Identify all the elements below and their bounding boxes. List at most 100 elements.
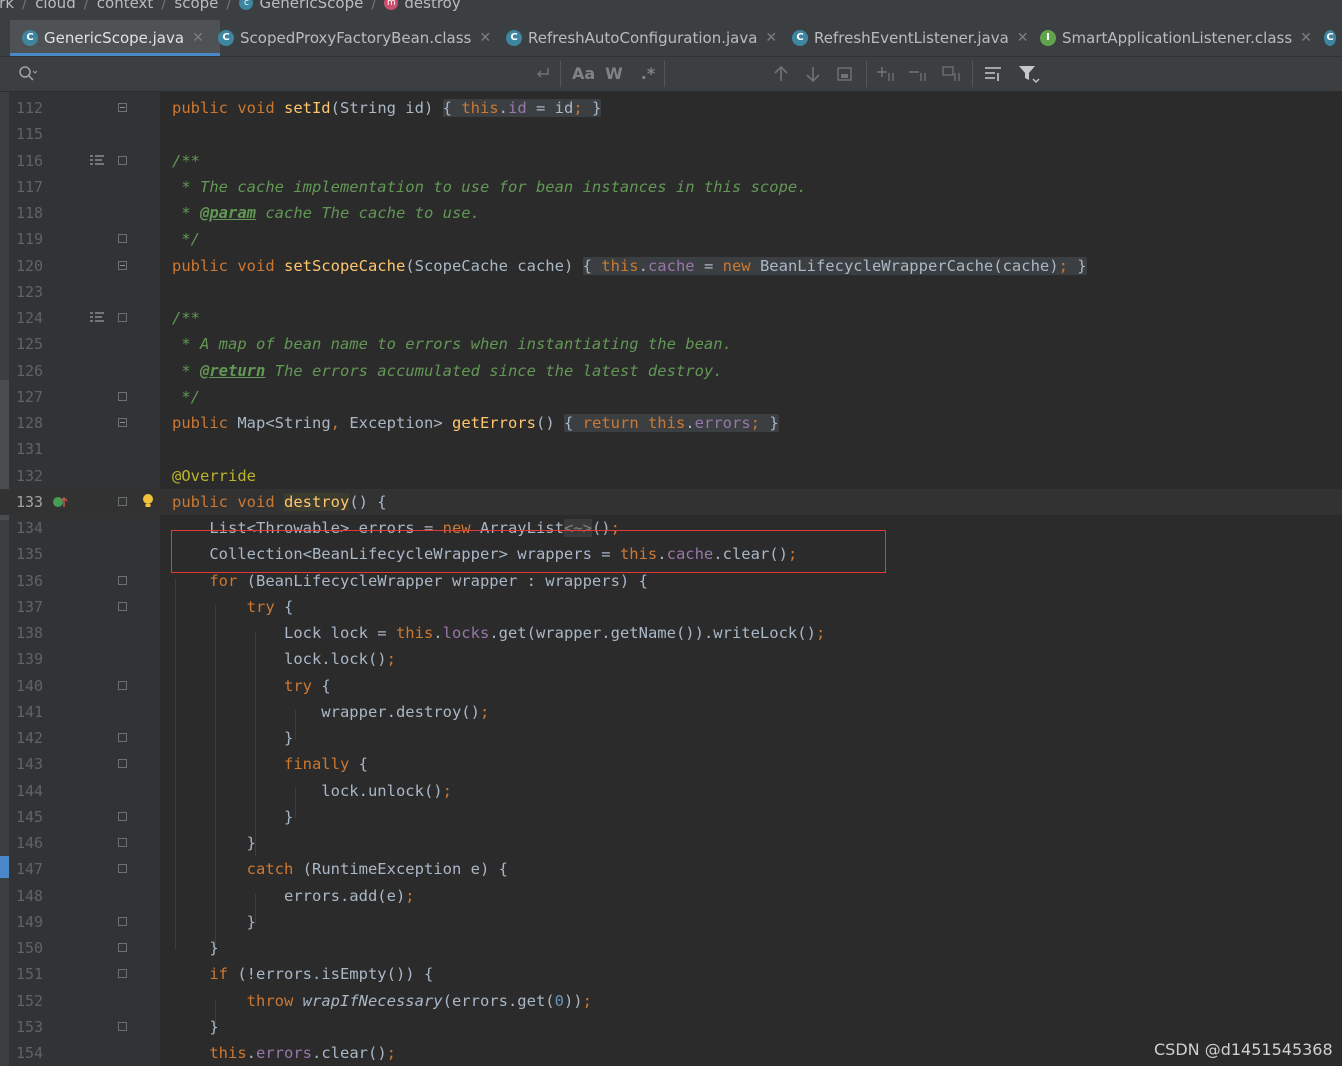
breadcrumb-item[interactable]: scope <box>174 0 218 13</box>
code-line[interactable]: 147 catch (RuntimeException e) { <box>0 856 1342 882</box>
code-line[interactable]: 143 finally { <box>0 751 1342 777</box>
fold-icon[interactable] <box>118 864 127 873</box>
tab-refreshautoconfiguration-java[interactable]: C RefreshAutoConfiguration.java ✕ <box>506 20 781 56</box>
code-line[interactable]: 154 this.errors.clear(); <box>0 1040 1342 1066</box>
tab-genericscope-java[interactable]: C GenericScope.java ✕ <box>10 20 220 56</box>
select-all-icon[interactable] <box>942 65 964 83</box>
tab-overflow[interactable]: C <box>1324 20 1342 56</box>
overrides-method-icon[interactable] <box>52 495 68 509</box>
code-line[interactable]: 128 public Map<String, Exception> getErr… <box>0 410 1342 436</box>
render-doc-icon[interactable] <box>90 155 104 167</box>
tab-label: GenericScope.java <box>44 29 185 47</box>
code-line[interactable]: 131 <box>0 436 1342 462</box>
code-line[interactable]: 151 if (!errors.isEmpty()) { <box>0 961 1342 987</box>
tab-refresheventlistener-java[interactable]: C RefreshEventListener.java ✕ <box>792 20 1030 56</box>
fold-icon[interactable] <box>118 392 127 401</box>
code-line[interactable]: 115 <box>0 121 1342 147</box>
fold-icon[interactable] <box>118 313 127 322</box>
code-line[interactable]: 152 throw wrapIfNecessary(errors.get(0))… <box>0 988 1342 1014</box>
tab-scopedproxyfactorybean-class[interactable]: C ScopedProxyFactoryBean.class ✕ <box>216 20 498 56</box>
render-doc-icon[interactable] <box>90 312 104 324</box>
arrow-up-icon[interactable] <box>772 65 790 83</box>
new-line-icon[interactable] <box>534 65 552 83</box>
breadcrumb-item[interactable]: GenericScope <box>259 0 363 13</box>
search-icon[interactable] <box>18 65 38 83</box>
line-number: 116 <box>16 152 44 170</box>
line-number: 119 <box>16 230 44 248</box>
code-line[interactable]: 120 public void setScopeCache(ScopeCache… <box>0 253 1342 279</box>
code-line[interactable]: 124 /** <box>0 305 1342 331</box>
close-icon[interactable]: ✕ <box>192 30 204 46</box>
fold-icon[interactable] <box>118 681 127 690</box>
select-all-occurrences-icon[interactable] <box>836 65 854 83</box>
code-line[interactable]: 134 List<Throwable> errors = new ArrayLi… <box>0 515 1342 541</box>
code-line[interactable]: 153 } <box>0 1014 1342 1040</box>
code-line[interactable]: 112 public void setId(String id) { this.… <box>0 95 1342 121</box>
code-line[interactable]: 137 try { <box>0 594 1342 620</box>
code-line[interactable]: 116 /** <box>0 148 1342 174</box>
fold-icon[interactable] <box>118 418 127 427</box>
code-editor[interactable]: 112 public void setId(String id) { this.… <box>0 92 1342 1066</box>
breadcrumb-item[interactable]: ork <box>0 0 14 13</box>
code-line[interactable]: 145 } <box>0 804 1342 830</box>
breadcrumb-item[interactable]: destroy <box>404 0 460 13</box>
code-line[interactable]: 149 } <box>0 909 1342 935</box>
filter-icon[interactable] <box>1018 63 1040 85</box>
breadcrumb-item[interactable]: context <box>97 0 154 13</box>
code-line[interactable]: 126 * @return The errors accumulated sin… <box>0 358 1342 384</box>
toolbar-divider <box>664 61 665 87</box>
code-line[interactable]: 118 * @param cache The cache to use. <box>0 200 1342 226</box>
breadcrumb-item[interactable]: cloud <box>35 0 76 13</box>
words-toggle[interactable]: W <box>604 63 624 85</box>
regex-toggle[interactable]: .* <box>638 63 658 85</box>
arrow-down-icon[interactable] <box>804 65 822 83</box>
fold-icon[interactable] <box>118 943 127 952</box>
code-line[interactable]: 138 Lock lock = this.locks.get(wrapper.g… <box>0 620 1342 646</box>
code-line[interactable]: 140 try { <box>0 673 1342 699</box>
code-line[interactable]: 132 @Override <box>0 463 1342 489</box>
find-input[interactable] <box>40 62 534 86</box>
code-text: * The cache implementation to use for be… <box>172 178 807 196</box>
lightbulb-icon[interactable] <box>142 493 154 509</box>
fold-icon[interactable] <box>118 759 127 768</box>
fold-icon[interactable] <box>118 838 127 847</box>
fold-icon[interactable] <box>118 156 127 165</box>
close-icon[interactable]: ✕ <box>1017 30 1029 46</box>
filter-options-icon[interactable] <box>984 65 1004 83</box>
code-line[interactable]: 150 } <box>0 935 1342 961</box>
code-line[interactable]: 123 <box>0 279 1342 305</box>
fold-icon[interactable] <box>118 1022 127 1031</box>
code-line[interactable]: 148 errors.add(e); <box>0 883 1342 909</box>
fold-icon[interactable] <box>118 969 127 978</box>
match-case-toggle[interactable]: Aa <box>572 63 595 85</box>
tab-smartapplicationlistener-class[interactable]: I SmartApplicationListener.class ✕ <box>1040 20 1316 56</box>
fold-icon[interactable] <box>118 261 127 270</box>
code-line[interactable]: 139 lock.lock(); <box>0 646 1342 672</box>
close-icon[interactable]: ✕ <box>479 30 491 46</box>
code-line[interactable]: 142 } <box>0 725 1342 751</box>
code-line-current[interactable]: 133 public void destroy() { <box>0 489 1342 515</box>
fold-icon[interactable] <box>118 234 127 243</box>
code-line[interactable]: 119 */ <box>0 226 1342 252</box>
fold-icon[interactable] <box>118 733 127 742</box>
remove-selection-icon[interactable] <box>908 65 930 83</box>
code-line[interactable]: 117 * The cache implementation to use fo… <box>0 174 1342 200</box>
fold-icon[interactable] <box>118 103 127 112</box>
code-line[interactable]: 127 */ <box>0 384 1342 410</box>
code-line[interactable]: 136 for (BeanLifecycleWrapper wrapper : … <box>0 568 1342 594</box>
fold-icon[interactable] <box>118 602 127 611</box>
close-icon[interactable]: ✕ <box>1300 30 1312 46</box>
code-line[interactable]: 141 wrapper.destroy(); <box>0 699 1342 725</box>
code-line[interactable]: 135 Collection<BeanLifecycleWrapper> wra… <box>0 541 1342 567</box>
line-number: 139 <box>16 650 44 668</box>
code-line[interactable]: 144 lock.unlock(); <box>0 778 1342 804</box>
close-icon[interactable]: ✕ <box>765 30 777 46</box>
fold-icon[interactable] <box>118 576 127 585</box>
code-line[interactable]: 146 } <box>0 830 1342 856</box>
fold-icon[interactable] <box>118 497 127 506</box>
code-text: try { <box>283 677 331 695</box>
add-selection-icon[interactable] <box>876 65 898 83</box>
fold-icon[interactable] <box>118 812 127 821</box>
code-line[interactable]: 125 * A map of bean name to errors when … <box>0 331 1342 357</box>
fold-icon[interactable] <box>118 917 127 926</box>
